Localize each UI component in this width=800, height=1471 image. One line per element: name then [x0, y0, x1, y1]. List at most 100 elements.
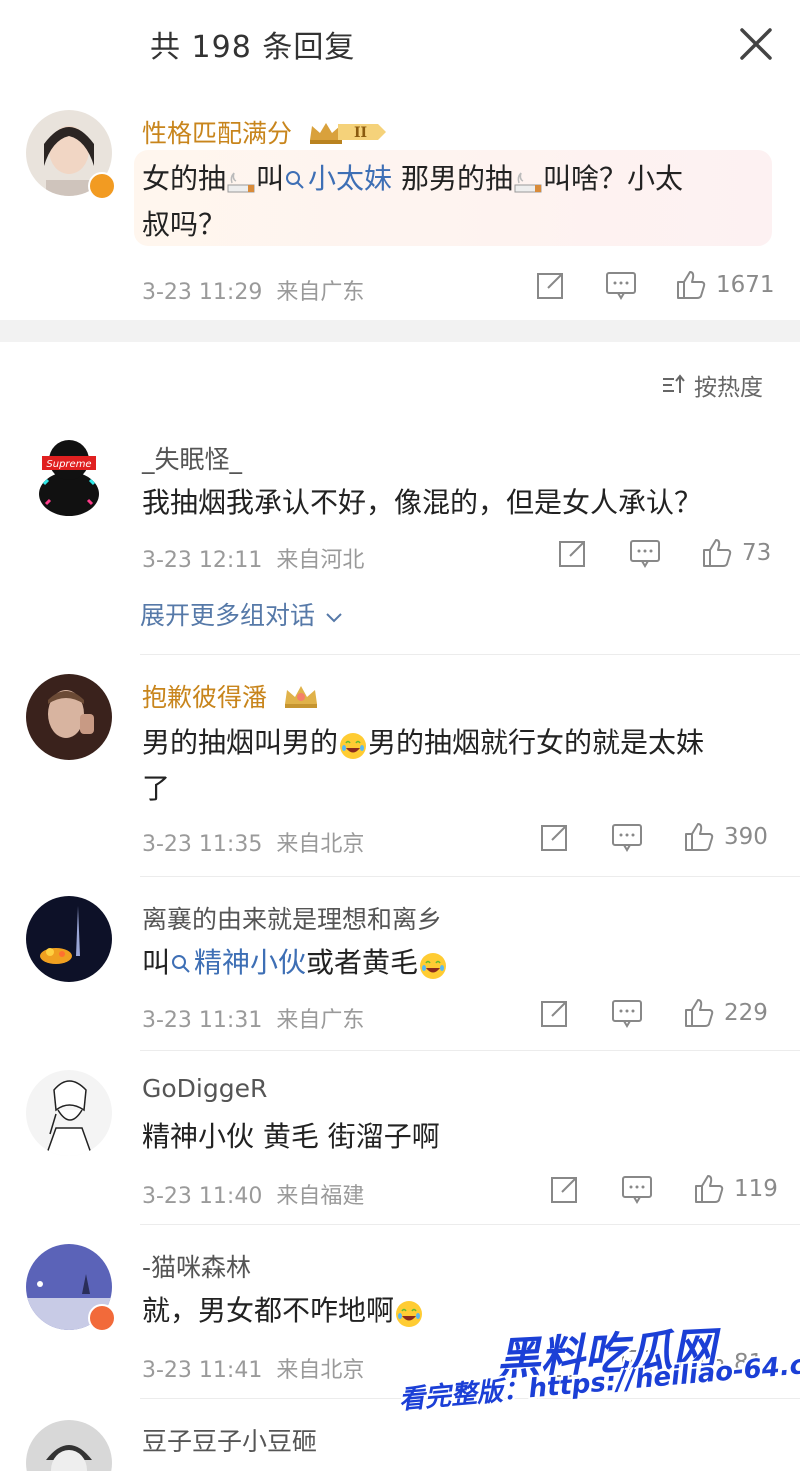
- comment-icon[interactable]: [610, 996, 644, 1030]
- root-comment-meta: 3-23 11:29 来自广东: [142, 274, 364, 306]
- comment-item: GoDiggeR 精神小伙 黄毛 街溜子啊 3-23 11:40 来自福建 11…: [0, 1066, 800, 1226]
- text-segment: 或者黄毛: [306, 946, 419, 979]
- share-icon[interactable]: [538, 996, 572, 1030]
- like-count: 390: [724, 824, 768, 850]
- root-comment-actions: 1671: [534, 268, 775, 302]
- sort-label: 按热度: [694, 375, 763, 401]
- divider: [140, 654, 800, 655]
- comment-icon[interactable]: [610, 820, 644, 854]
- text-segment: 叔吗？: [142, 208, 227, 241]
- comment-icon[interactable]: [620, 1172, 654, 1206]
- avatar[interactable]: [26, 674, 112, 760]
- comment-username[interactable]: 豆子豆子小豆砸: [142, 1422, 317, 1458]
- comment-meta: 3-23 11:31 来自广东: [142, 1002, 364, 1034]
- divider: [140, 1050, 800, 1051]
- text-segment: 女的抽: [142, 162, 227, 195]
- chevron-down-icon: [326, 613, 342, 623]
- like-count: 229: [724, 1000, 768, 1026]
- divider: [140, 876, 800, 877]
- comment-username-label: 抱歉彼得潘: [142, 683, 268, 712]
- comment-meta: 3-23 11:35 来自北京: [142, 826, 364, 858]
- location: 来自广东: [276, 280, 365, 305]
- root-username[interactable]: 性格匹配满分 II: [142, 114, 388, 152]
- like-icon[interactable]: [700, 536, 734, 570]
- search-link-icon: [286, 171, 304, 189]
- avatar-supreme-text: Supreme: [46, 459, 91, 470]
- timestamp: 3-23 11:35: [142, 832, 263, 857]
- location: 来自北京: [276, 832, 365, 857]
- topic-link-xiaotaimei[interactable]: 小太妹: [284, 162, 392, 195]
- share-icon[interactable]: [534, 268, 568, 302]
- share-icon[interactable]: [538, 820, 572, 854]
- reply-count-title: 共 198 条回复: [150, 30, 356, 65]
- cigarette-emoji: [226, 165, 256, 195]
- comment-username[interactable]: 抱歉彼得潘: [142, 678, 319, 716]
- reply-header: 共 198 条回复: [0, 0, 800, 92]
- text-segment: 男的抽烟就行女的就是太妹: [368, 726, 705, 759]
- share-icon[interactable]: [548, 1172, 582, 1206]
- close-icon: [740, 28, 772, 60]
- timestamp: 3-23 11:31: [142, 1008, 263, 1033]
- text-segment: 男的抽烟叫男的: [142, 726, 339, 759]
- root-username-label: 性格匹配满分: [142, 119, 293, 148]
- comment-username[interactable]: 离襄的由来就是理想和离乡: [142, 900, 442, 936]
- text-segment: 那男的抽: [392, 162, 513, 195]
- timestamp: 3-23 11:29: [142, 280, 263, 305]
- text-segment: 叫: [256, 162, 285, 195]
- search-link-icon: [172, 955, 190, 973]
- like-icon[interactable]: [674, 268, 708, 302]
- avatar[interactable]: Supreme: [26, 434, 112, 520]
- text-segment: 就，男女都不咋地啊: [142, 1294, 395, 1327]
- avatar[interactable]: [26, 1420, 112, 1471]
- expand-more-conversations-link[interactable]: 展开更多组对话: [140, 596, 345, 632]
- comment-text: 就，男女都不咋地啊: [142, 1288, 424, 1334]
- like-icon[interactable]: [682, 820, 716, 854]
- comment-icon[interactable]: [604, 268, 638, 302]
- laughing-emoji: [394, 1297, 424, 1327]
- comment-text: 我抽烟我承认不好，像混的，但是女人承认？: [142, 486, 703, 519]
- crown-badge-icon: II: [308, 118, 388, 152]
- topic-link-jingshenxiaohuo[interactable]: 精神小伙: [170, 946, 306, 979]
- comment-icon[interactable]: [628, 536, 662, 570]
- comment-item: 豆子豆子小豆砸: [0, 1414, 800, 1471]
- like-count: 1671: [716, 272, 775, 298]
- comment-actions: 119: [548, 1172, 778, 1206]
- comment-meta: 3-23 11:41 来自北京: [142, 1352, 364, 1384]
- sort-by-hot-button[interactable]: 按热度: [660, 368, 763, 402]
- cigarette-emoji: [513, 165, 543, 195]
- avatar[interactable]: [26, 1070, 112, 1156]
- comment-actions: 73: [556, 536, 771, 570]
- verified-badge-icon: [88, 172, 116, 200]
- like-count: 73: [742, 540, 772, 566]
- comment-item: 离襄的由来就是理想和离乡 叫精神小伙或者黄毛 3-23 11:31 来自广东 2…: [0, 892, 800, 1052]
- section-divider: [0, 320, 800, 342]
- share-icon[interactable]: [556, 536, 590, 570]
- timestamp: 3-23 11:40: [142, 1184, 263, 1209]
- comment-item: Supreme _失眠怪_ 我抽烟我承认不好，像混的，但是女人承认？ 3-23 …: [0, 430, 800, 660]
- comment-text: 叫精神小伙或者黄毛: [142, 940, 448, 986]
- text-segment: 叫啥？小太: [542, 162, 683, 195]
- like-icon[interactable]: [692, 1172, 726, 1206]
- comment-username[interactable]: _失眠怪_: [142, 440, 242, 476]
- avatar[interactable]: [26, 896, 112, 982]
- comment-text: 男的抽烟叫男的 男的抽烟就行女的就是太妹 了: [142, 720, 772, 812]
- comment-meta: 3-23 12:11 来自河北: [142, 542, 364, 574]
- expand-label: 展开更多组对话: [140, 601, 316, 630]
- comment-actions: 390: [538, 820, 768, 854]
- comment-username[interactable]: GoDiggeR: [142, 1074, 267, 1103]
- comment-actions: 229: [538, 996, 768, 1030]
- laughing-emoji: [338, 729, 368, 759]
- like-icon[interactable]: [682, 996, 716, 1030]
- location: 来自河北: [276, 548, 365, 573]
- crown-badge-icon: [283, 682, 319, 716]
- location: 来自福建: [276, 1184, 365, 1209]
- root-comment-text: 女的抽叫小太妹 那男的抽 叫啥？小太 叔吗？: [142, 156, 766, 248]
- crown-level-text: II: [354, 125, 367, 141]
- like-count: 119: [734, 1176, 778, 1202]
- comment-username[interactable]: -猫咪森林: [142, 1248, 251, 1284]
- sort-icon: [663, 374, 685, 393]
- close-button[interactable]: [734, 22, 778, 66]
- text-segment: 了: [142, 772, 171, 805]
- timestamp: 3-23 12:11: [142, 548, 263, 573]
- location: 来自广东: [276, 1008, 365, 1033]
